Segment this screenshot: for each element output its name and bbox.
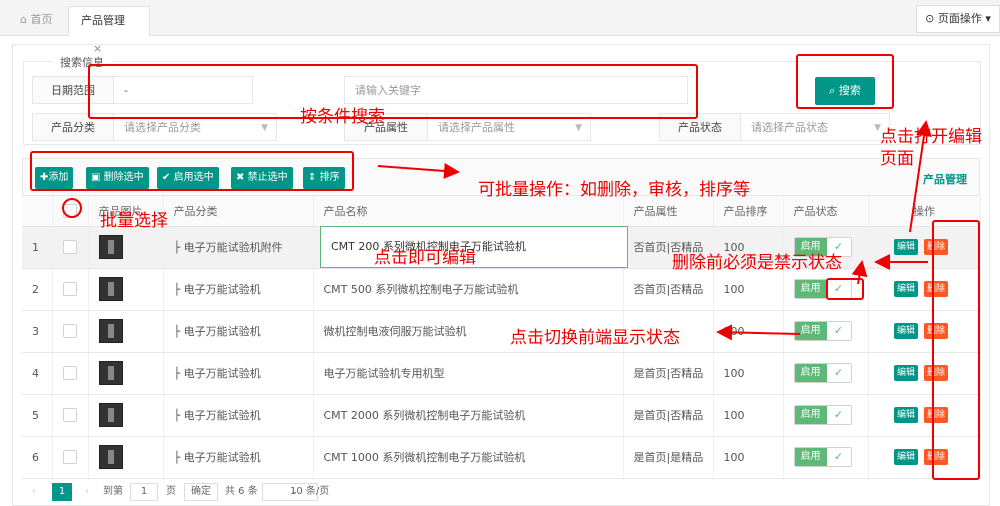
arrow-delete-toggle bbox=[851, 260, 868, 285]
arrow-open-edit bbox=[909, 120, 932, 233]
annotation-arrows bbox=[377, 120, 932, 341]
arrow-batch bbox=[377, 162, 460, 179]
arrow-toggle bbox=[716, 324, 801, 341]
